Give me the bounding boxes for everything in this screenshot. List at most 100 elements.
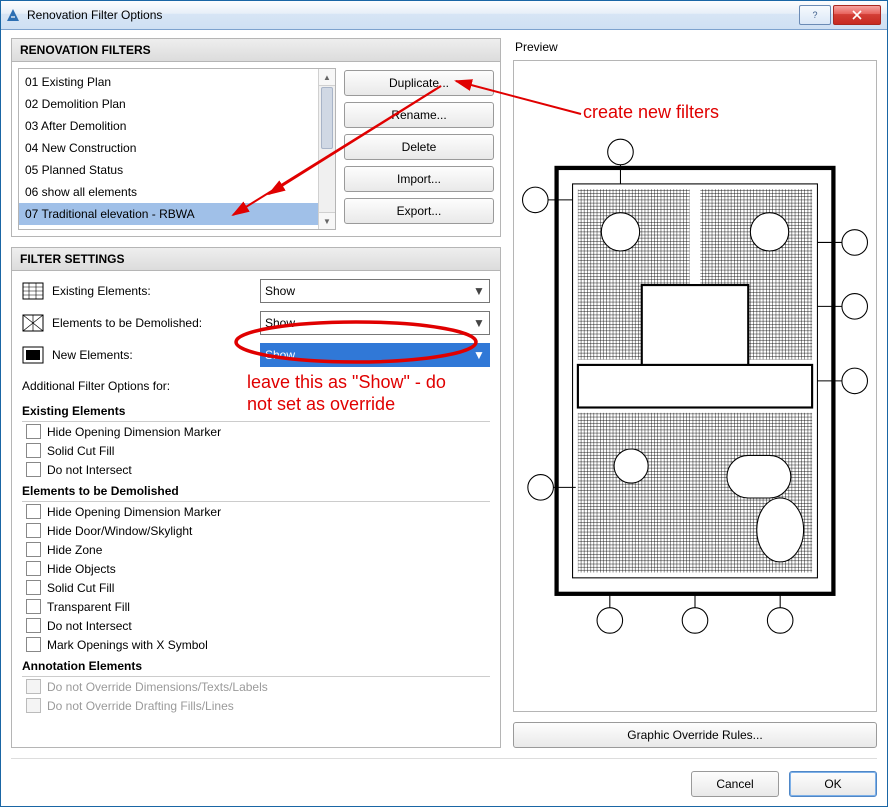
ok-button[interactable]: OK [789, 771, 877, 797]
row-demolished-elements: Elements to be Demolished: Show ▼ [22, 311, 490, 335]
combo-value: Show [265, 348, 295, 362]
export-button[interactable]: Export... [344, 198, 494, 224]
help-button[interactable]: ? [799, 5, 831, 25]
filter-list-item[interactable]: 05 Planned Status [19, 159, 335, 181]
rename-button[interactable]: Rename... [344, 102, 494, 128]
scroll-down-icon[interactable]: ▼ [319, 212, 335, 229]
checkbox[interactable] [26, 580, 41, 595]
filter-list-item[interactable]: 08 Modern elevation - RBWA [19, 225, 335, 230]
filter-action-buttons: Duplicate... Rename... Delete Import... … [344, 68, 494, 230]
checkbox-row[interactable]: Do not Intersect [22, 616, 490, 635]
checkbox [26, 679, 41, 694]
duplicate-button[interactable]: Duplicate... [344, 70, 494, 96]
close-button[interactable] [833, 5, 881, 25]
new-elements-icon [22, 346, 44, 364]
checkbox-row[interactable]: Hide Opening Dimension Marker [22, 502, 490, 521]
app-icon [5, 7, 21, 23]
label-existing-elements: Existing Elements: [52, 284, 252, 298]
checkbox-label: Do not Override Dimensions/Texts/Labels [47, 680, 268, 694]
chevron-down-icon: ▼ [471, 282, 487, 300]
existing-elements-icon [22, 282, 44, 300]
svg-text:?: ? [812, 10, 817, 20]
filter-list[interactable]: 01 Existing Plan02 Demolition Plan03 Aft… [18, 68, 336, 230]
checkbox-label: Hide Zone [47, 543, 102, 557]
import-button[interactable]: Import... [344, 166, 494, 192]
checkbox-label: Hide Opening Dimension Marker [47, 425, 221, 439]
checkbox[interactable] [26, 618, 41, 633]
option-group-header: Existing Elements [22, 401, 490, 422]
label-new-elements: New Elements: [52, 348, 252, 362]
checkbox-label: Solid Cut Fill [47, 444, 114, 458]
option-group-header: Elements to be Demolished [22, 481, 490, 502]
dialog-body: RENOVATION FILTERS 01 Existing Plan02 De… [1, 30, 887, 807]
left-column: RENOVATION FILTERS 01 Existing Plan02 De… [11, 38, 501, 748]
checkbox-row[interactable]: Solid Cut Fill [22, 441, 490, 460]
row-existing-elements: Existing Elements: Show ▼ [22, 279, 490, 303]
cancel-button[interactable]: Cancel [691, 771, 779, 797]
dialog-footer: Cancel OK [11, 758, 877, 797]
checkbox[interactable] [26, 424, 41, 439]
dialog-renovation-filter-options: Renovation Filter Options ? RENOVATION F… [0, 0, 888, 807]
filter-list-item[interactable]: 06 show all elements [19, 181, 335, 203]
combo-value: Show [265, 284, 295, 298]
chevron-down-icon: ▼ [471, 346, 487, 364]
combo-existing-elements[interactable]: Show ▼ [260, 279, 490, 303]
checkbox[interactable] [26, 462, 41, 477]
checkbox[interactable] [26, 443, 41, 458]
header-renovation-filters: RENOVATION FILTERS [11, 38, 501, 62]
checkbox[interactable] [26, 599, 41, 614]
preview-box [513, 60, 877, 712]
filter-list-item[interactable]: 03 After Demolition [19, 115, 335, 137]
checkbox-label: Do not Override Drafting Fills/Lines [47, 699, 234, 713]
checkbox-row[interactable]: Hide Door/Window/Skylight [22, 521, 490, 540]
columns: RENOVATION FILTERS 01 Existing Plan02 De… [11, 38, 877, 748]
delete-button[interactable]: Delete [344, 134, 494, 160]
filter-list-item[interactable]: 01 Existing Plan [19, 71, 335, 93]
checkbox[interactable] [26, 504, 41, 519]
checkbox-label: Do not Intersect [47, 463, 132, 477]
checkbox-label: Transparent Fill [47, 600, 130, 614]
combo-new-elements[interactable]: Show ▼ [260, 343, 490, 367]
checkbox[interactable] [26, 523, 41, 538]
checkbox-row: Do not Override Drafting Fills/Lines [22, 696, 490, 715]
checkbox[interactable] [26, 637, 41, 652]
preview-floorplan [514, 136, 876, 636]
right-column: Preview [513, 38, 877, 748]
combo-value: Show [265, 316, 295, 330]
checkbox-row: Do not Override Dimensions/Texts/Labels [22, 677, 490, 696]
preview-label: Preview [515, 40, 877, 54]
checkbox-label: Hide Objects [47, 562, 116, 576]
filter-list-item[interactable]: 02 Demolition Plan [19, 93, 335, 115]
label-demolished-elements: Elements to be Demolished: [52, 316, 252, 330]
checkbox[interactable] [26, 561, 41, 576]
scroll-thumb[interactable] [321, 87, 333, 149]
window-title: Renovation Filter Options [27, 8, 799, 22]
option-group-header: Annotation Elements [22, 656, 490, 677]
checkbox-row[interactable]: Solid Cut Fill [22, 578, 490, 597]
row-new-elements: New Elements: Show ▼ [22, 343, 490, 367]
checkbox-row[interactable]: Hide Zone [22, 540, 490, 559]
window-buttons: ? [799, 5, 881, 25]
checkbox-row[interactable]: Hide Objects [22, 559, 490, 578]
chevron-down-icon: ▼ [471, 314, 487, 332]
graphic-override-rules-button[interactable]: Graphic Override Rules... [513, 722, 877, 748]
scrollbar-vertical[interactable]: ▲ ▼ [318, 69, 335, 229]
filter-list-item[interactable]: 04 New Construction [19, 137, 335, 159]
checkbox-row[interactable]: Transparent Fill [22, 597, 490, 616]
checkbox-label: Hide Opening Dimension Marker [47, 505, 221, 519]
scroll-up-icon[interactable]: ▲ [319, 69, 335, 86]
checkbox-label: Mark Openings with X Symbol [47, 638, 208, 652]
checkbox-label: Solid Cut Fill [47, 581, 114, 595]
checkbox-row[interactable]: Mark Openings with X Symbol [22, 635, 490, 654]
demolished-elements-icon [22, 314, 44, 332]
combo-demolished-elements[interactable]: Show ▼ [260, 311, 490, 335]
checkbox-row[interactable]: Do not Intersect [22, 460, 490, 479]
header-filter-settings: FILTER SETTINGS [11, 247, 501, 271]
checkbox[interactable] [26, 542, 41, 557]
checkbox-label: Do not Intersect [47, 619, 132, 633]
filter-settings-section: FILTER SETTINGS Existing Elements: Show … [11, 247, 501, 748]
filter-settings-body: Existing Elements: Show ▼ Elements to be… [11, 271, 501, 748]
checkbox-row[interactable]: Hide Opening Dimension Marker [22, 422, 490, 441]
filter-list-item[interactable]: 07 Traditional elevation - RBWA [19, 203, 335, 225]
additional-options-label: Additional Filter Options for: [22, 379, 490, 393]
